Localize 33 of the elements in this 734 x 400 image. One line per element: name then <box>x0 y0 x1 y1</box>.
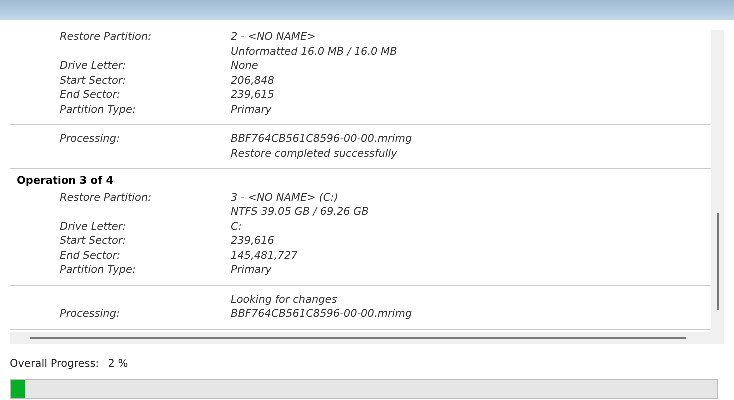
file-name: BBF764CB561C8596-00-00.mrimg <box>231 307 412 322</box>
field-value: Unformatted 16.0 MB / 16.0 MB <box>231 44 398 59</box>
field-value: 2 - <NO NAME> <box>231 30 316 44</box>
field-value: Primary <box>231 102 272 117</box>
field-value: None <box>231 59 258 74</box>
field-label: Start Sector: <box>60 235 126 247</box>
field-value: NTFS 39.05 GB / 69.26 GB <box>231 205 369 220</box>
field-label: Drive Letter: <box>60 220 126 232</box>
file-name: BBF764CB561C8596-00-00.mrimg <box>231 132 412 146</box>
field-value: 239,615 <box>231 88 274 102</box>
field-label: Processing: <box>60 133 120 145</box>
field-label: Start Sector: <box>60 74 126 86</box>
field-value: 239,616 <box>231 234 274 248</box>
status-text: Looking for changes <box>231 292 338 307</box>
field-value: 145,481,727 <box>231 248 298 263</box>
progress-label: Overall Progress: <box>10 357 100 372</box>
field-label: Drive Letter: <box>60 60 126 72</box>
field-label: Partition Type: <box>60 104 136 116</box>
progress-reading: 2 % <box>108 357 128 372</box>
field-value: C: <box>231 220 242 234</box>
field-label: End Sector: <box>60 250 121 262</box>
field-label: Processing: <box>60 308 120 320</box>
field-label: Restore Partition: <box>60 31 152 43</box>
operation-heading: Operation 3 of 4 <box>16 174 114 189</box>
field-label: Restore Partition: <box>60 192 152 204</box>
status-text: Restore completed successfully <box>231 146 398 161</box>
field-label: Partition Type: <box>60 264 136 276</box>
field-value: Primary <box>231 263 272 278</box>
field-value: 3 - <NO NAME> (C:) <box>231 190 338 205</box>
field-label: End Sector: <box>60 89 121 101</box>
scroll-thumb[interactable] <box>716 213 718 310</box>
field-value: 206,848 <box>231 74 274 88</box>
scroll-thumb[interactable] <box>30 337 686 339</box>
